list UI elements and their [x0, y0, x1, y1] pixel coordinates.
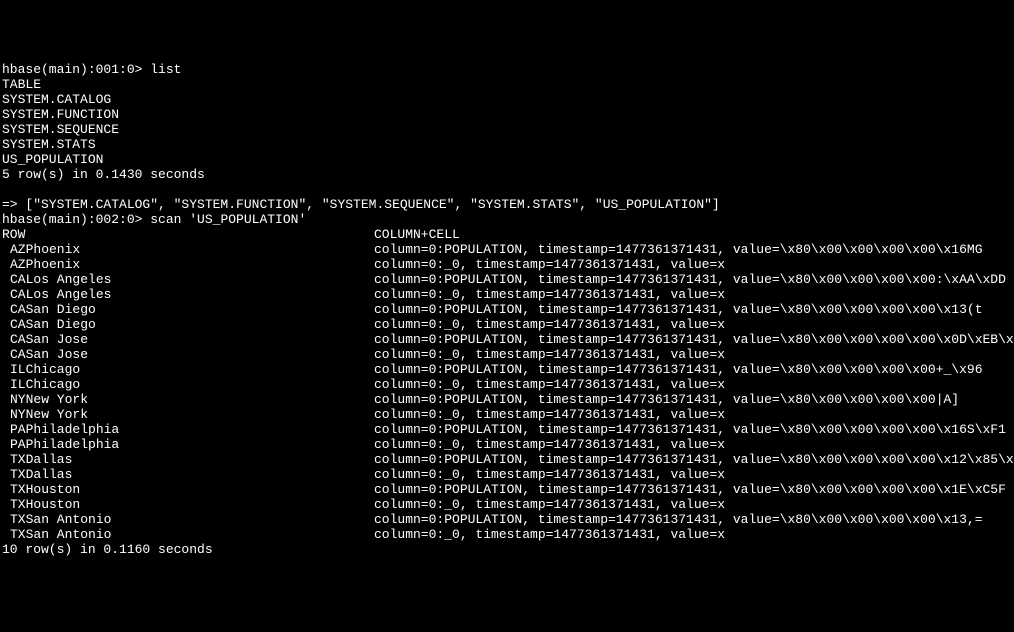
scan-row: CASan Josecolumn=0:POPULATION, timestamp… [2, 332, 1014, 347]
scan-row-key: TXDallas [2, 467, 374, 482]
scan-row-key: NYNew York [2, 392, 374, 407]
scan-row-key: ILChicago [2, 362, 374, 377]
scan-row-key: CASan Jose [2, 332, 374, 347]
scan-row: CASan Diegocolumn=0:_0, timestamp=147736… [2, 317, 1014, 332]
scan-row: PAPhiladelphiacolumn=0:_0, timestamp=147… [2, 437, 1014, 452]
scan-row: TXHoustoncolumn=0:_0, timestamp=14773613… [2, 497, 1014, 512]
scan-row: TXDallascolumn=0:_0, timestamp=147736137… [2, 467, 1014, 482]
scan-row-cell: column=0:POPULATION, timestamp=147736137… [374, 242, 1014, 257]
scan-row: ILChicagocolumn=0:POPULATION, timestamp=… [2, 362, 1014, 377]
shell-prompt: hbase(main):002:0> [2, 212, 150, 227]
scan-row-cell: column=0:POPULATION, timestamp=147736137… [374, 452, 1014, 467]
scan-row-key: TXDallas [2, 452, 374, 467]
scan-row-cell: column=0:POPULATION, timestamp=147736137… [374, 362, 1014, 377]
terminal-output[interactable]: hbase(main):001:0> listTABLESYSTEM.CATAL… [2, 62, 1014, 557]
scan-row: TXSan Antoniocolumn=0:_0, timestamp=1477… [2, 527, 1014, 542]
list-table-3: SYSTEM.STATS [2, 137, 1014, 152]
scan-row-key: ILChicago [2, 377, 374, 392]
scan-row: ILChicagocolumn=0:_0, timestamp=14773613… [2, 377, 1014, 392]
list-table-2: SYSTEM.SEQUENCE [2, 122, 1014, 137]
scan-row-cell: column=0:POPULATION, timestamp=147736137… [374, 302, 1014, 317]
scan-row-cell: column=0:POPULATION, timestamp=147736137… [374, 482, 1014, 497]
scan-row-key: CALos Angeles [2, 287, 374, 302]
list-table-4: US_POPULATION [2, 152, 1014, 167]
scan-row-cell: column=0:POPULATION, timestamp=147736137… [374, 332, 1014, 347]
scan-row-key: PAPhiladelphia [2, 437, 374, 452]
scan-row-cell: column=0:POPULATION, timestamp=147736137… [374, 512, 1014, 527]
shell-prompt: hbase(main):001:0> [2, 62, 150, 77]
scan-row-key: AZPhoenix [2, 242, 374, 257]
scan-row: CASan Josecolumn=0:_0, timestamp=1477361… [2, 347, 1014, 362]
scan-row: TXSan Antoniocolumn=0:POPULATION, timest… [2, 512, 1014, 527]
scan-row-key: TXSan Antonio [2, 527, 374, 542]
list-header: TABLE [2, 77, 1014, 92]
scan-row-cell: column=0:_0, timestamp=1477361371431, va… [374, 497, 1014, 512]
prompt-line-2: hbase(main):002:0> scan 'US_POPULATION' [2, 212, 1014, 227]
scan-row-cell: column=0:_0, timestamp=1477361371431, va… [374, 407, 1014, 422]
scan-row-cell: column=0:_0, timestamp=1477361371431, va… [374, 317, 1014, 332]
scan-row: PAPhiladelphiacolumn=0:POPULATION, times… [2, 422, 1014, 437]
scan-row: AZPhoenixcolumn=0:POPULATION, timestamp=… [2, 242, 1014, 257]
list-timing: 5 row(s) in 0.1430 seconds [2, 167, 1014, 182]
scan-row-cell: column=0:POPULATION, timestamp=147736137… [374, 272, 1014, 287]
scan-row: NYNew Yorkcolumn=0:_0, timestamp=1477361… [2, 407, 1014, 422]
scan-row-cell: column=0:_0, timestamp=1477361371431, va… [374, 437, 1014, 452]
scan-row: NYNew Yorkcolumn=0:POPULATION, timestamp… [2, 392, 1014, 407]
scan-row-cell: column=0:_0, timestamp=1477361371431, va… [374, 467, 1014, 482]
scan-row-key: CALos Angeles [2, 272, 374, 287]
scan-row: AZPhoenixcolumn=0:_0, timestamp=14773613… [2, 257, 1014, 272]
scan-row: TXDallascolumn=0:POPULATION, timestamp=1… [2, 452, 1014, 467]
scan-row-cell: column=0:POPULATION, timestamp=147736137… [374, 392, 1014, 407]
shell-command: scan 'US_POPULATION' [150, 212, 306, 227]
scan-row: CALos Angelescolumn=0:_0, timestamp=1477… [2, 287, 1014, 302]
shell-command: list [150, 62, 181, 77]
scan-row-cell: column=0:_0, timestamp=1477361371431, va… [374, 377, 1014, 392]
scan-header-row: ROW [2, 227, 374, 242]
scan-header: ROWCOLUMN+CELL [2, 227, 1014, 242]
scan-row: TXHoustoncolumn=0:POPULATION, timestamp=… [2, 482, 1014, 497]
prompt-line-1: hbase(main):001:0> list [2, 62, 1014, 77]
scan-row-key: CASan Diego [2, 317, 374, 332]
scan-row-cell: column=0:_0, timestamp=1477361371431, va… [374, 347, 1014, 362]
scan-row-key: AZPhoenix [2, 257, 374, 272]
scan-row-key: CASan Jose [2, 347, 374, 362]
scan-row-cell: column=0:POPULATION, timestamp=147736137… [374, 422, 1014, 437]
blank-line [2, 182, 1014, 197]
list-table-1: SYSTEM.FUNCTION [2, 107, 1014, 122]
scan-row-cell: column=0:_0, timestamp=1477361371431, va… [374, 527, 1014, 542]
scan-row: CALos Angelescolumn=0:POPULATION, timest… [2, 272, 1014, 287]
list-result-array: => ["SYSTEM.CATALOG", "SYSTEM.FUNCTION",… [2, 197, 1014, 212]
scan-row-key: CASan Diego [2, 302, 374, 317]
scan-row: CASan Diegocolumn=0:POPULATION, timestam… [2, 302, 1014, 317]
scan-row-key: TXHouston [2, 482, 374, 497]
scan-row-key: TXSan Antonio [2, 512, 374, 527]
scan-row-key: PAPhiladelphia [2, 422, 374, 437]
scan-row-key: TXHouston [2, 497, 374, 512]
scan-row-cell: column=0:_0, timestamp=1477361371431, va… [374, 287, 1014, 302]
scan-timing: 10 row(s) in 0.1160 seconds [2, 542, 1014, 557]
scan-row-key: NYNew York [2, 407, 374, 422]
scan-row-cell: column=0:_0, timestamp=1477361371431, va… [374, 257, 1014, 272]
scan-header-col: COLUMN+CELL [374, 227, 1014, 242]
list-table-0: SYSTEM.CATALOG [2, 92, 1014, 107]
